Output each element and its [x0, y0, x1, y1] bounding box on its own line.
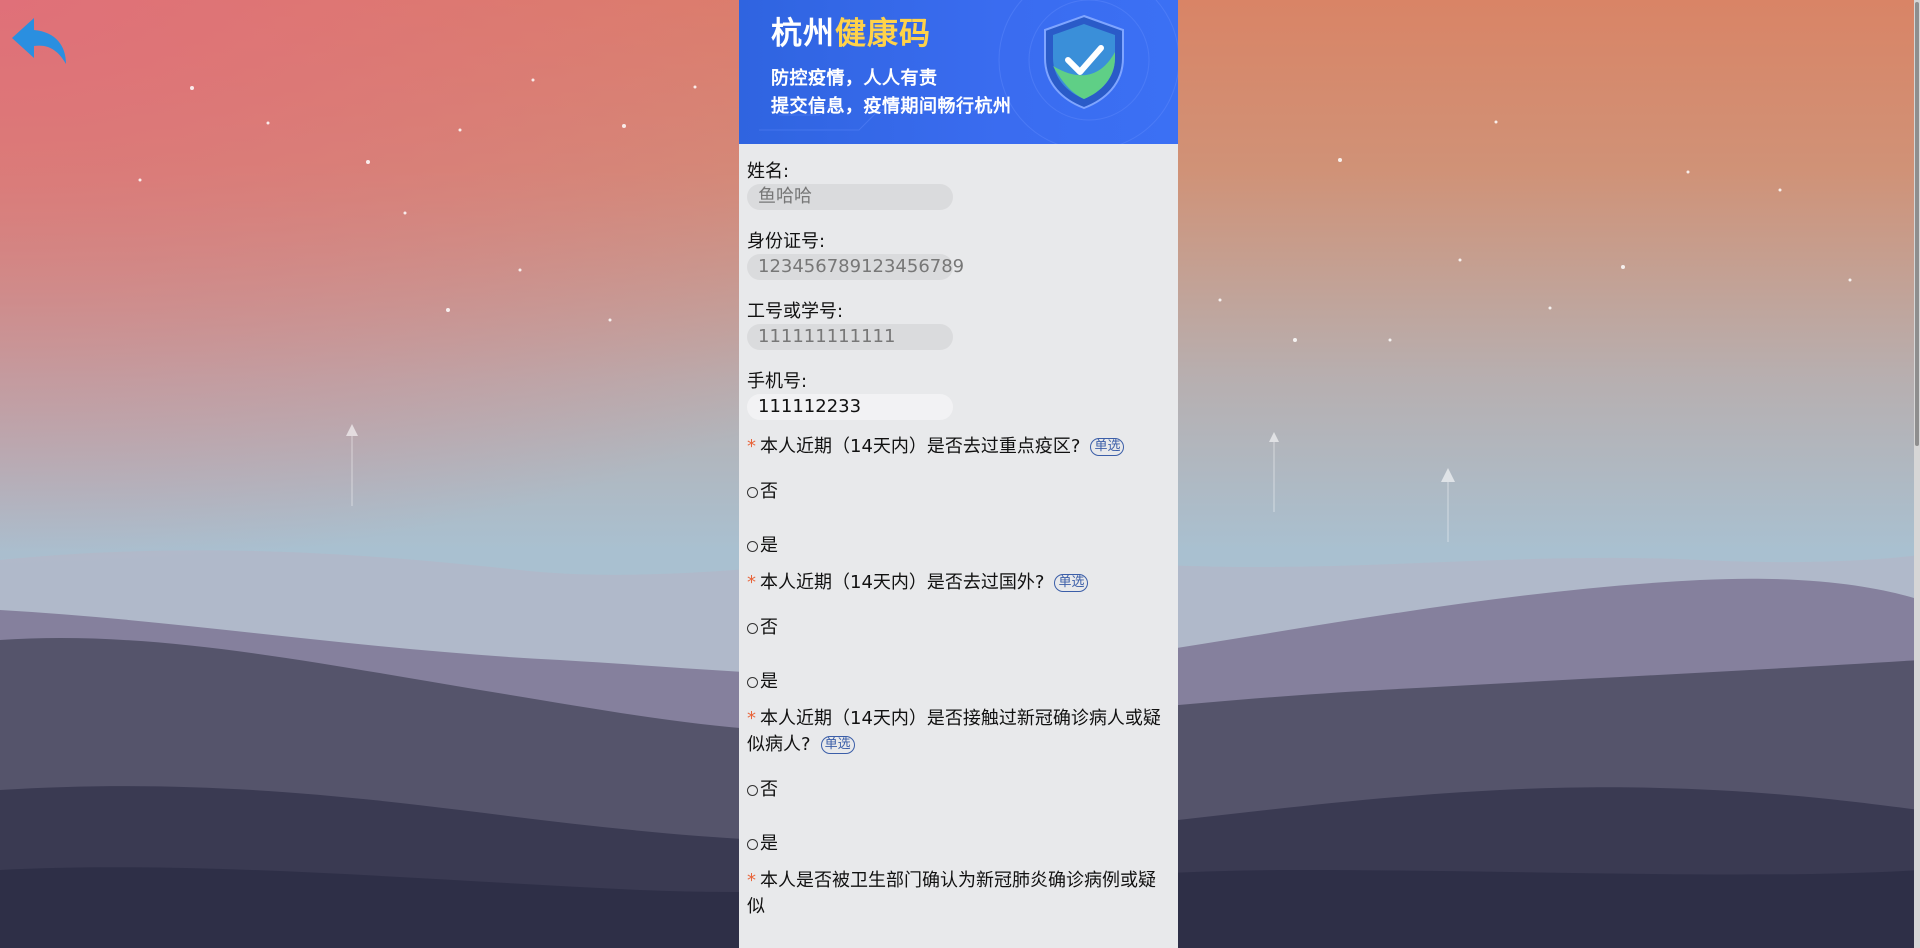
question-label: 本人是否被卫生部门确认为新冠肺炎确诊病例或疑似 [747, 870, 1156, 917]
form-body: 姓名: 鱼哈哈 身份证号: 123456789123456789 工号或学号: … [747, 160, 1172, 920]
field-label: 工号或学号: [747, 301, 844, 322]
radio-button[interactable] [747, 622, 758, 634]
field-phone: 手机号: 111112233 [747, 370, 1172, 420]
field-work-student-id: 工号或学号: 111111111111 [747, 300, 1172, 350]
name-field: 鱼哈哈 [747, 184, 953, 210]
id-number-field: 123456789123456789 [747, 254, 964, 280]
required-star: * [747, 870, 756, 891]
option-label: 否 [760, 617, 778, 638]
banner-title-highlight: 健康码 [835, 16, 931, 52]
question-text: * 本人近期（14天内）是否去过国外? 单选 [747, 570, 1172, 596]
radio-button[interactable] [747, 676, 758, 688]
health-code-form-panel: 杭州健康码 防控疫情，人人有责 提交信息，疫情期间畅行杭州 姓名: 鱼哈哈 身份… [739, 0, 1178, 948]
required-star: * [747, 436, 756, 457]
option-yes[interactable]: 是 [747, 832, 1172, 856]
option-label: 是 [760, 535, 778, 556]
option-yes[interactable]: 是 [747, 534, 1172, 558]
required-star: * [747, 708, 756, 729]
option-label: 否 [760, 779, 778, 800]
field-label: 姓名: [747, 161, 790, 182]
shield-check-icon [1044, 14, 1124, 110]
field-label: 手机号: [747, 371, 808, 392]
banner-slogan-line2: 提交信息，疫情期间畅行杭州 [771, 96, 1012, 117]
question-label: 本人近期（14天内）是否去过重点疫区? [760, 436, 1081, 457]
question-key-epidemic-area: * 本人近期（14天内）是否去过重点疫区? 单选 否 是 [747, 434, 1172, 558]
banner-title: 杭州健康码 [771, 8, 931, 53]
question-label: 本人近期（14天内）是否去过国外? [760, 572, 1045, 593]
radio-button[interactable] [747, 486, 758, 498]
field-label: 身份证号: [747, 231, 826, 252]
field-id-number: 身份证号: 123456789123456789 [747, 230, 1172, 280]
option-label: 是 [760, 833, 778, 854]
question-text: * 本人是否被卫生部门确认为新冠肺炎确诊病例或疑似 [747, 868, 1172, 920]
field-name: 姓名: 鱼哈哈 [747, 160, 1172, 210]
option-yes[interactable]: 是 [747, 670, 1172, 694]
question-text: * 本人近期（14天内）是否接触过新冠确诊病人或疑似病人? 单选 [747, 706, 1172, 758]
banner-title-city: 杭州 [771, 16, 835, 52]
option-no[interactable]: 否 [747, 778, 1172, 802]
banner: 杭州健康码 防控疫情，人人有责 提交信息，疫情期间畅行杭州 [739, 0, 1178, 144]
back-button[interactable] [10, 12, 68, 68]
single-choice-tag: 单选 [1054, 574, 1089, 592]
question-contact-patient: * 本人近期（14天内）是否接触过新冠确诊病人或疑似病人? 单选 否 是 [747, 706, 1172, 856]
back-arrow-icon [12, 18, 66, 64]
scrollbar-thumb[interactable] [1915, 2, 1919, 446]
single-choice-tag: 单选 [1090, 438, 1125, 456]
option-label: 否 [760, 481, 778, 502]
work-student-id-field: 111111111111 [747, 324, 953, 350]
required-star: * [747, 572, 756, 593]
phone-input[interactable]: 111112233 [747, 394, 953, 420]
banner-slogan-line1: 防控疫情，人人有责 [771, 68, 938, 89]
question-label: 本人近期（14天内）是否接触过新冠确诊病人或疑似病人? [747, 708, 1161, 755]
radio-button[interactable] [747, 784, 758, 796]
question-text: * 本人近期（14天内）是否去过重点疫区? 单选 [747, 434, 1172, 460]
option-no[interactable]: 否 [747, 616, 1172, 640]
radio-button[interactable] [747, 540, 758, 552]
option-label: 是 [760, 671, 778, 692]
question-confirmed-case: * 本人是否被卫生部门确认为新冠肺炎确诊病例或疑似 [747, 868, 1172, 920]
single-choice-tag: 单选 [820, 736, 855, 754]
radio-button[interactable] [747, 838, 758, 850]
question-abroad: * 本人近期（14天内）是否去过国外? 单选 否 是 [747, 570, 1172, 694]
option-no[interactable]: 否 [747, 480, 1172, 504]
